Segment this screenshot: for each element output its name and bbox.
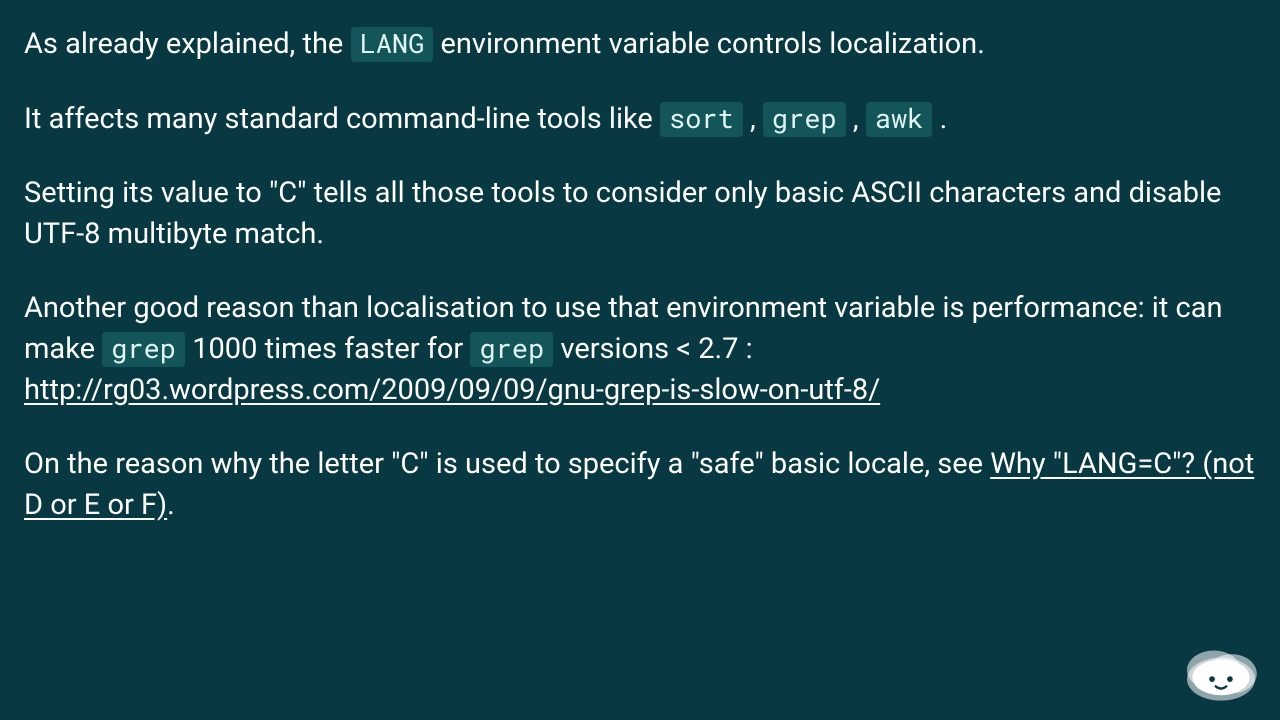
- paragraph-3: Setting its value to "C" tells all those…: [24, 173, 1256, 254]
- paragraph-2: It affects many standard command-line to…: [24, 99, 1256, 140]
- paragraph-5: On the reason why the letter "C" is used…: [24, 444, 1256, 525]
- code-awk: awk: [866, 102, 933, 137]
- text: On the reason why the letter "C" is used…: [24, 447, 990, 481]
- paragraph-1: As already explained, the LANG environme…: [24, 24, 1256, 65]
- code-grep: grep: [102, 332, 185, 367]
- text: It affects many standard command-line to…: [24, 102, 660, 136]
- text: .: [167, 488, 175, 522]
- text: versions < 2.7 :: [553, 332, 752, 366]
- mascot-cloud-icon: [1176, 638, 1266, 706]
- link-grep-utf8-article[interactable]: http://rg03.wordpress.com/2009/09/09/gnu…: [24, 373, 880, 407]
- code-lang: LANG: [351, 27, 434, 62]
- text: As already explained, the: [24, 27, 351, 61]
- paragraph-4: Another good reason than localisation to…: [24, 288, 1256, 410]
- article-body: As already explained, the LANG environme…: [0, 0, 1280, 525]
- text: ,: [846, 102, 866, 136]
- text: ,: [743, 102, 763, 136]
- code-sort: sort: [660, 102, 743, 137]
- text: 1000 times faster for: [185, 332, 470, 366]
- text: environment variable controls localizati…: [433, 27, 985, 61]
- code-grep: grep: [763, 102, 846, 137]
- text: .: [932, 102, 947, 136]
- code-grep: grep: [470, 332, 553, 367]
